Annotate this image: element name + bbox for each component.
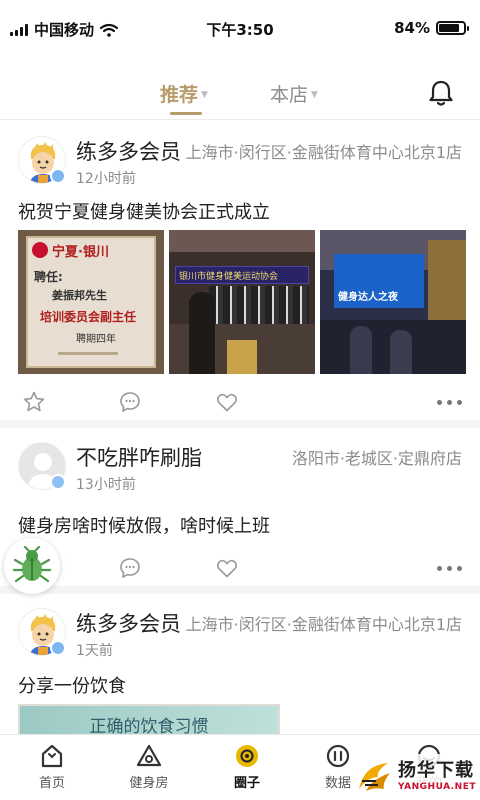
star-icon[interactable] xyxy=(22,390,46,414)
post-image-certificate[interactable]: 宁夏·银川 聘任: 姜振邦先生 培训委员会副主任 聘期四年 xyxy=(18,230,164,374)
caret-down-icon: ▼ xyxy=(201,89,208,100)
post-content: 健身房啥时候放假，啥时候上班 xyxy=(18,516,270,537)
post-divider xyxy=(0,420,480,428)
more-options-icon[interactable] xyxy=(437,400,462,405)
certificate-line-2: 姜振邦先生 xyxy=(52,289,107,302)
battery-fill xyxy=(439,24,460,32)
post-author[interactable]: 练多多会员 xyxy=(76,608,181,638)
tab-recommended-label: 推荐 xyxy=(160,84,199,106)
post-image-grid: 宁夏·银川 聘任: 姜振邦先生 培训委员会副主任 聘期四年 银川市健身健美运动协… xyxy=(18,230,466,374)
tab-this-store-label: 本店 xyxy=(270,84,309,106)
gym-icon xyxy=(136,744,162,767)
tab-circle[interactable]: 圈子 xyxy=(212,743,282,791)
status-bar: 中国移动 下午3:50 84% xyxy=(0,0,480,58)
post-divider xyxy=(0,586,480,594)
post-author[interactable]: 练多多会员 xyxy=(76,136,181,166)
post-content: 分享一份饮食 xyxy=(18,676,126,697)
home-icon xyxy=(41,744,63,768)
certificate-line-4: 聘期四年 xyxy=(76,334,116,345)
tab-home[interactable]: 首页 xyxy=(17,743,87,791)
watermark-en: YANGHUA.NET xyxy=(398,782,476,792)
yanghua-logo-icon xyxy=(359,763,390,791)
stage-banner-text: 银川市健身健美运动协会 xyxy=(179,272,279,282)
watermark-cn: 扬华下载 xyxy=(398,760,474,781)
tab-gym-label: 健身房 xyxy=(129,776,169,791)
feed: 练多多会员 上海市·闵行区·金融街体育中心北京1店 12小时前 祝贺宁夏健身健美… xyxy=(0,122,480,764)
data-icon xyxy=(326,744,350,768)
caret-down-icon: ▼ xyxy=(311,89,318,100)
bug-icon xyxy=(12,546,52,583)
comment-icon[interactable] xyxy=(118,390,142,414)
tab-recommended[interactable]: 推荐 ▼ xyxy=(160,80,208,107)
post-location: 上海市·闵行区·金融街体育中心北京1店 xyxy=(185,143,462,162)
post-image-stage-group[interactable]: 银川市健身健美运动协会 xyxy=(169,230,315,374)
top-tab-bar: 推荐 ▼ 本店 ▼ xyxy=(0,68,480,120)
battery-icon xyxy=(436,21,469,35)
verified-badge-icon xyxy=(50,168,66,184)
verified-badge-icon xyxy=(50,640,66,656)
tab-active-indicator xyxy=(170,112,202,115)
bell-icon[interactable] xyxy=(426,78,456,108)
post-card[interactable]: 不吃胖咋刷脂 洛阳市·老城区·定鼎府店 13小时前 健身房啥时候放假，啥时候上班 xyxy=(0,428,480,586)
battery-percent: 84% xyxy=(394,19,430,37)
watermark-text: 扬华下载 YANGHUA.NET xyxy=(398,762,476,792)
certificate-line-3: 培训委员会副主任 xyxy=(40,310,137,324)
certificate-title: 宁夏·银川 xyxy=(52,245,109,260)
tab-home-label: 首页 xyxy=(38,776,65,791)
post-time: 13小时前 xyxy=(76,477,136,493)
circle-icon xyxy=(236,745,258,767)
tab-circle-label: 圈子 xyxy=(233,776,260,791)
like-icon[interactable] xyxy=(215,556,239,580)
certificate-line-1: 聘任: xyxy=(34,270,63,284)
post-content: 祝贺宁夏健身健美协会正式成立 xyxy=(18,202,270,223)
watermark-logo: 扬华下载 YANGHUA.NET xyxy=(352,754,480,800)
debug-bug-button[interactable] xyxy=(4,538,60,594)
post-location: 上海市·闵行区·金融街体育中心北京1店 xyxy=(185,615,462,634)
more-options-icon[interactable] xyxy=(437,566,462,571)
tab-gym[interactable]: 健身房 xyxy=(114,743,184,791)
post-time: 1天前 xyxy=(76,643,113,659)
post-card[interactable]: 练多多会员 上海市·闵行区·金融街体育中心北京1店 12小时前 祝贺宁夏健身健美… xyxy=(0,122,480,420)
comment-icon[interactable] xyxy=(118,556,142,580)
event-screen-text: 健身达人之夜 xyxy=(338,292,398,303)
post-actions xyxy=(0,556,480,586)
post-time: 12小时前 xyxy=(76,171,136,187)
tab-this-store[interactable]: 本店 ▼ xyxy=(270,80,318,107)
status-right: 84% xyxy=(394,19,469,37)
verified-badge-icon xyxy=(50,474,66,490)
post-location: 洛阳市·老城区·定鼎府店 xyxy=(291,449,462,468)
post-author[interactable]: 不吃胖咋刷脂 xyxy=(76,442,202,472)
like-icon[interactable] xyxy=(215,390,239,414)
post-image-event-screen[interactable]: 健身达人之夜 xyxy=(320,230,466,374)
post-actions xyxy=(0,390,480,420)
